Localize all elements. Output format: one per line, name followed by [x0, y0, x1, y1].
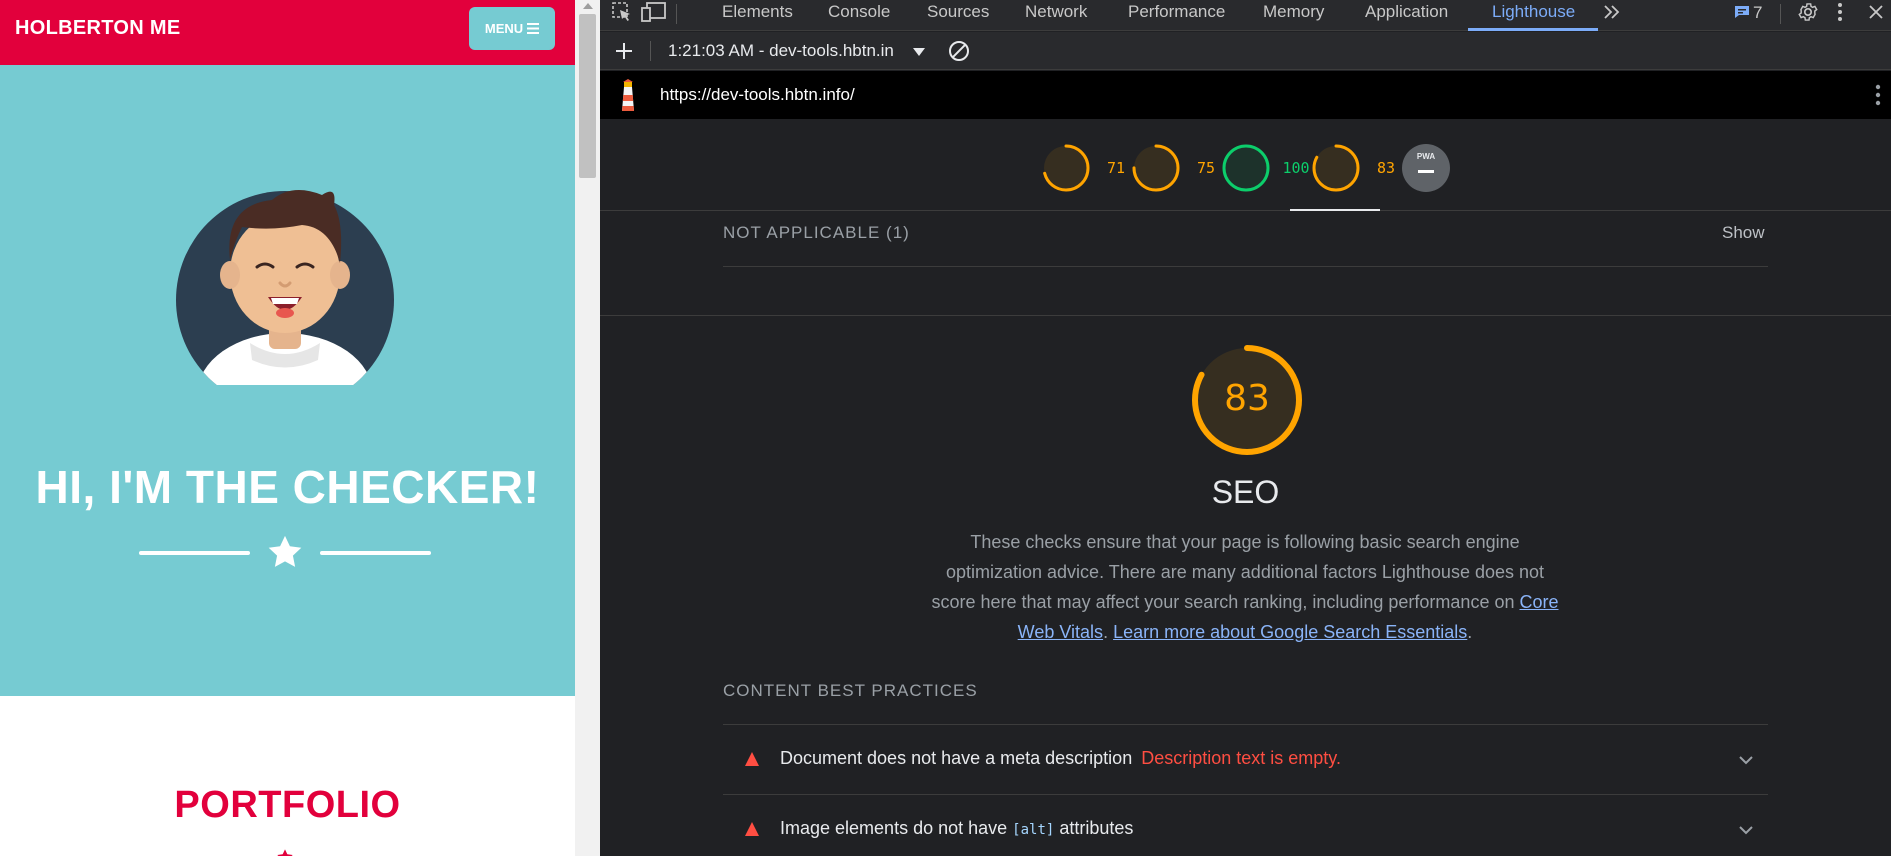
seo-category-title: SEO — [1211, 474, 1280, 510]
devtools-tabbar: Elements Console Sources Network Perform… — [600, 0, 1891, 31]
web-page: HOLBERTON ME MENU HI, I'M THE CHECKER! P… — [0, 0, 575, 856]
avatar-image — [176, 190, 394, 385]
page-scrollbar-thumb[interactable] — [579, 14, 596, 178]
tab-performance[interactable]: Performance — [1128, 2, 1225, 22]
dropdown-arrow-icon[interactable] — [913, 48, 925, 56]
toolbar-divider — [650, 41, 651, 61]
report-url[interactable]: https://dev-tools.hbtn.info/ — [660, 85, 855, 105]
divider-line-right — [320, 551, 431, 555]
active-tab-indicator — [1468, 28, 1598, 31]
audit-title-text: Document does not have a meta descriptio… — [780, 748, 1133, 768]
issues-count[interactable]: 7 — [1753, 3, 1762, 23]
fail-triangle-icon — [745, 752, 759, 766]
star-icon — [277, 849, 293, 856]
clear-reports-icon[interactable] — [945, 39, 973, 63]
hamburger-icon — [527, 23, 540, 34]
new-report-plus-icon[interactable] — [610, 39, 638, 63]
divider — [723, 266, 1768, 267]
gauge-best-practices[interactable]: 100 — [1221, 143, 1310, 193]
more-tabs-icon[interactable] — [1598, 0, 1626, 24]
gauge-accessibility[interactable]: 75 — [1131, 143, 1215, 193]
menu-button[interactable]: MENU — [469, 7, 555, 50]
audit-error-text: Description text is empty. — [1141, 748, 1341, 768]
portfolio-heading: PORTFOLIO — [174, 784, 401, 826]
audit-title-code: [alt] — [1012, 822, 1055, 838]
audit-title-before: Image elements do not have — [780, 818, 1013, 838]
gauge-ring — [1132, 144, 1180, 192]
tab-lighthouse[interactable]: Lighthouse — [1492, 2, 1575, 22]
audit-image-alt[interactable]: Image elements do not have [alt] attribu… — [723, 794, 1768, 856]
menu-label: MENU — [484, 21, 524, 36]
tab-memory[interactable]: Memory — [1263, 2, 1324, 22]
page-scrollbar[interactable] — [575, 0, 600, 856]
divider — [600, 315, 1891, 316]
tab-application[interactable]: Application — [1365, 2, 1448, 22]
gauge-pwa[interactable]: PWA — [1401, 143, 1451, 193]
tab-elements[interactable]: Elements — [722, 2, 793, 22]
star-icon — [268, 535, 302, 567]
devtools-panel: Elements Console Sources Network Perform… — [600, 0, 1891, 856]
lighthouse-toolbar: 1:21:03 AM - dev-tools.hbtn.in — [600, 32, 1891, 70]
gauge-seo[interactable]: 83 — [1311, 143, 1395, 193]
description-separator: . — [1103, 622, 1114, 642]
tab-network[interactable]: Network — [1025, 2, 1087, 22]
masthead-title: HI, I'M THE CHECKER! — [35, 461, 540, 513]
scroll-up-arrow-icon[interactable] — [583, 3, 593, 9]
report-url-bar: https://dev-tools.hbtn.info/ — [600, 71, 1891, 119]
toolbar-divider — [1780, 4, 1781, 24]
not-applicable-header: NOT APPLICABLE (1) — [723, 223, 910, 242]
show-button[interactable]: Show — [1722, 223, 1765, 243]
seo-description-text: These checks ensure that your page is fo… — [931, 532, 1545, 612]
more-options-icon[interactable] — [1826, 0, 1854, 24]
brand-link[interactable]: HOLBERTON ME — [15, 17, 180, 40]
toolbar-divider — [676, 4, 677, 24]
report-menu-icon[interactable] — [1875, 84, 1881, 106]
pwa-label: PWA — [1416, 152, 1436, 161]
audit-meta-description[interactable]: Document does not have a meta descriptio… — [723, 724, 1768, 794]
audit-title-after: attributes — [1054, 818, 1134, 838]
navbar: HOLBERTON ME MENU — [0, 0, 575, 65]
tab-sources[interactable]: Sources — [927, 2, 989, 22]
gauge-ring — [1312, 144, 1360, 192]
seo-score-value: 83 — [1224, 378, 1270, 419]
audit-title: Document does not have a meta descriptio… — [780, 748, 1341, 769]
divider-line-left — [139, 551, 250, 555]
issues-icon[interactable] — [1728, 0, 1756, 24]
lighthouse-logo-icon — [622, 79, 634, 111]
gauge-ring — [1042, 144, 1090, 192]
content-best-practices-header: CONTENT BEST PRACTICES — [723, 681, 978, 700]
close-devtools-icon[interactable] — [1862, 0, 1890, 24]
inspect-element-icon[interactable] — [608, 0, 636, 24]
gauge-ring — [1222, 144, 1270, 192]
report-session-select[interactable]: 1:21:03 AM - dev-tools.hbtn.in — [668, 41, 894, 61]
chevron-down-icon[interactable] — [1737, 751, 1755, 769]
pwa-badge-icon — [1402, 144, 1450, 192]
device-toolbar-icon[interactable] — [640, 0, 668, 24]
chevron-down-icon[interactable] — [1737, 821, 1755, 839]
masthead: HI, I'M THE CHECKER! — [0, 65, 575, 696]
search-essentials-link[interactable]: Learn more about Google Search Essential… — [1113, 622, 1467, 642]
gauge-performance[interactable]: 71 — [1041, 143, 1125, 193]
tab-console[interactable]: Console — [828, 2, 890, 22]
settings-gear-icon[interactable] — [1794, 0, 1822, 24]
audit-title: Image elements do not have [alt] attribu… — [780, 818, 1133, 839]
description-end: . — [1467, 622, 1473, 642]
seo-description: These checks ensure that your page is fo… — [928, 527, 1562, 647]
fail-triangle-icon — [745, 822, 759, 836]
seo-category-section: NOT APPLICABLE (1) Show 83 SEO These che… — [600, 211, 1891, 856]
